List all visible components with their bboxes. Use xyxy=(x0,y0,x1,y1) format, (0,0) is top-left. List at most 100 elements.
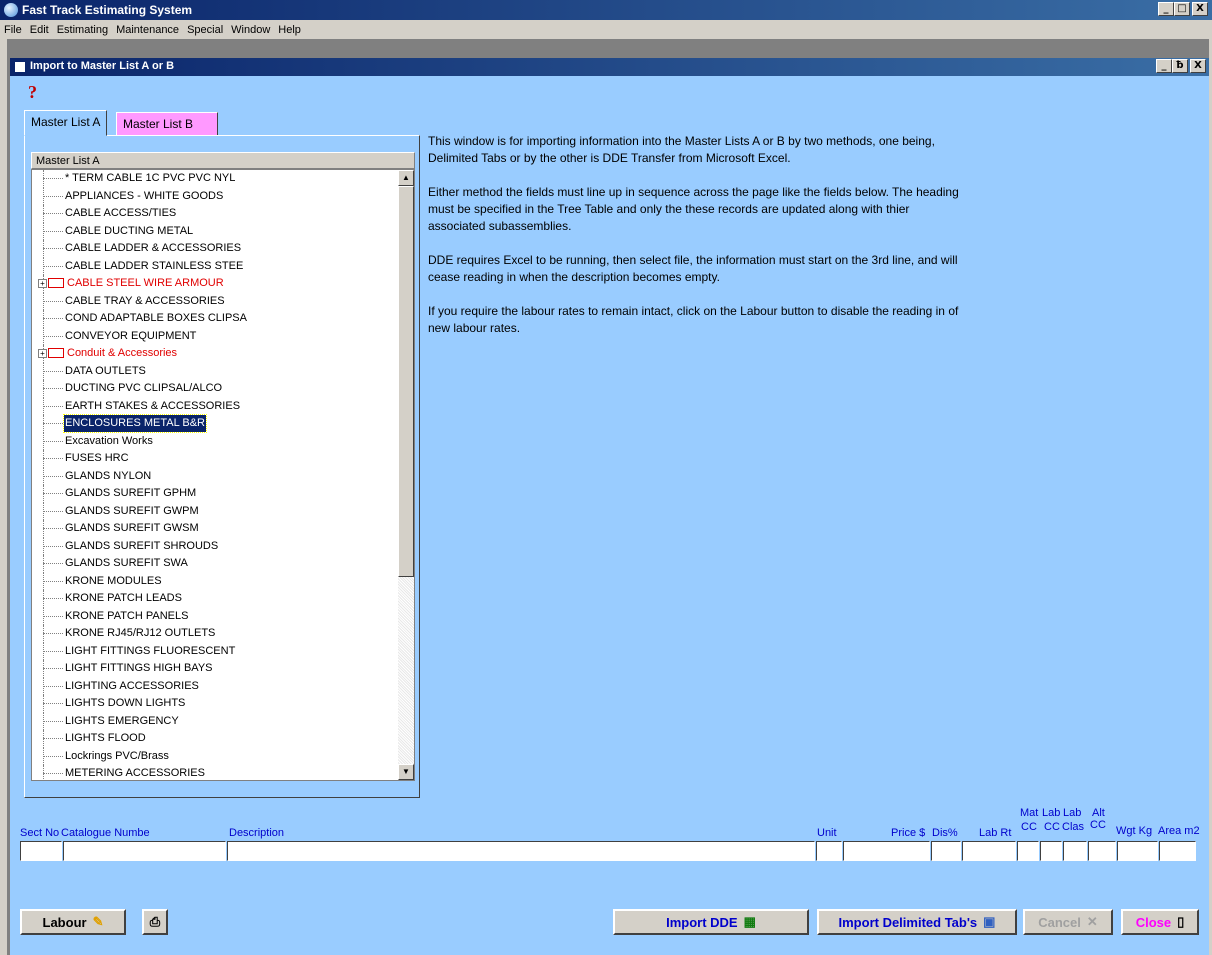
tree-item[interactable]: DUCTING PVC CLIPSAL/ALCO xyxy=(32,380,414,398)
tab-master-list-a[interactable]: Master List A xyxy=(24,110,108,136)
tree-item[interactable]: KRONE PATCH LEADS xyxy=(32,590,414,608)
mat-cc-field[interactable] xyxy=(1017,841,1039,861)
area-field[interactable] xyxy=(1159,841,1196,861)
import-dde-button[interactable]: Import DDE ▦ xyxy=(613,909,809,935)
tree-connector xyxy=(43,475,63,477)
weight-field[interactable] xyxy=(1117,841,1158,861)
scroll-up-button[interactable]: ▲ xyxy=(398,170,414,186)
tree-item[interactable]: LIGHTS FLOOD xyxy=(32,730,414,748)
tree-item[interactable]: LIGHTS DOWN LIGHTS xyxy=(32,695,414,713)
tree-item[interactable]: METERING ACCESSORIES xyxy=(32,765,414,780)
child-close-button[interactable]: X xyxy=(1190,59,1206,73)
child-minimize-button[interactable]: _ xyxy=(1156,59,1172,73)
tree-item[interactable]: * TERM CABLE 1C PVC PVC NYL xyxy=(32,170,414,188)
child-restore-button[interactable]: ƀ xyxy=(1172,59,1188,73)
price-field[interactable] xyxy=(843,841,930,861)
import-window-body: ? Master List A Master List B Master Lis… xyxy=(10,76,1209,955)
tree-item[interactable]: GLANDS SUREFIT SHROUDS xyxy=(32,537,414,555)
close-button[interactable]: Close ▯ xyxy=(1121,909,1199,935)
import-dde-label: Import DDE xyxy=(666,914,738,930)
tree-item[interactable]: GLANDS SUREFIT GWPM xyxy=(32,502,414,520)
description-field[interactable] xyxy=(227,841,815,861)
tree-item[interactable]: EARTH STAKES & ACCESSORIES xyxy=(32,397,414,415)
tree-item[interactable]: LIGHTING ACCESSORIES xyxy=(32,677,414,695)
sect-no-field[interactable] xyxy=(20,841,62,861)
label-price: Price $ xyxy=(891,827,926,839)
tree-item[interactable]: LIGHT FITTINGS FLUORESCENT xyxy=(32,642,414,660)
close-window-button[interactable]: X xyxy=(1192,2,1208,16)
tab-master-list-b[interactable]: Master List B xyxy=(116,112,218,136)
tree-item-label: GLANDS SUREFIT SWA xyxy=(65,557,188,569)
scroll-down-button[interactable]: ▼ xyxy=(398,764,414,780)
child-window-title: Import to Master List A or B xyxy=(30,60,175,72)
tree-item[interactable]: Excavation Works xyxy=(32,432,414,450)
unit-field[interactable] xyxy=(816,841,842,861)
tree-item[interactable]: GLANDS SUREFIT GPHM xyxy=(32,485,414,503)
labour-button[interactable]: Labour ✎ xyxy=(20,909,126,935)
tree-item[interactable]: + CABLE STEEL WIRE ARMOUR xyxy=(32,275,414,293)
print-button[interactable]: ⎙ xyxy=(142,909,168,935)
tree-item[interactable]: KRONE PATCH PANELS xyxy=(32,607,414,625)
tree-item[interactable]: LIGHTS EMERGENCY xyxy=(32,712,414,730)
label-sect-no: Sect No xyxy=(20,827,60,839)
tree-item[interactable]: GLANDS NYLON xyxy=(32,467,414,485)
menu-special[interactable]: Special xyxy=(183,24,227,36)
tree-scrollbar[interactable]: ▲ ▼ xyxy=(398,170,414,780)
tree-item[interactable]: GLANDS SUREFIT SWA xyxy=(32,555,414,573)
tree-item[interactable]: CABLE ACCESS/TIES xyxy=(32,205,414,223)
tree-item-label: GLANDS SUREFIT GWSM xyxy=(65,522,199,534)
cancel-button[interactable]: Cancel ✕ xyxy=(1023,909,1113,935)
tree-connector xyxy=(43,405,63,407)
menu-maintenance[interactable]: Maintenance xyxy=(112,24,183,36)
tree-item[interactable]: GLANDS SUREFIT GWSM xyxy=(32,520,414,538)
tree-item[interactable]: FUSES HRC xyxy=(32,450,414,468)
menu-window[interactable]: Window xyxy=(227,24,274,36)
menu-estimating[interactable]: Estimating xyxy=(53,24,112,36)
maximize-button[interactable]: □ xyxy=(1174,2,1190,16)
help-question-icon[interactable]: ? xyxy=(28,82,37,103)
tree-item[interactable]: LIGHT FITTINGS HIGH BAYS xyxy=(32,660,414,678)
lab-clas-field[interactable] xyxy=(1063,841,1087,861)
tree-item-label: FUSES HRC xyxy=(65,452,129,464)
tree-item[interactable]: DATA OUTLETS xyxy=(32,362,414,380)
menu-help[interactable]: Help xyxy=(274,24,305,36)
tree-item[interactable]: ENCLOSURES METAL B&R xyxy=(32,414,414,433)
tree-item-label: GLANDS SUREFIT SHROUDS xyxy=(65,539,219,552)
tree-item-label: LIGHT FITTINGS HIGH BAYS xyxy=(65,662,213,674)
tree-item[interactable]: + Conduit & Accessories xyxy=(32,345,414,363)
tree-item[interactable]: CONVEYOR EQUIPMENT xyxy=(32,327,414,345)
instructions-para-4: If you require the labour rates to remai… xyxy=(428,304,959,335)
lab-rate-field[interactable] xyxy=(962,841,1016,861)
menu-edit[interactable]: Edit xyxy=(26,24,53,36)
tree-item[interactable]: KRONE MODULES xyxy=(32,572,414,590)
app-titlebar: Fast Track Estimating System _ □ X xyxy=(0,0,1212,20)
tree-item[interactable]: CABLE LADDER & ACCESSORIES xyxy=(32,240,414,258)
import-delimited-tabs-button[interactable]: Import Delimited Tab's ▣ xyxy=(817,909,1017,935)
menu-file[interactable]: File xyxy=(0,24,26,36)
tree-item[interactable]: CABLE DUCTING METAL xyxy=(32,222,414,240)
tree-item-label: KRONE PATCH LEADS xyxy=(65,592,182,604)
catalogue-number-field[interactable] xyxy=(63,841,226,861)
scroll-thumb[interactable] xyxy=(398,186,414,577)
tree-item[interactable]: KRONE RJ45/RJ12 OUTLETS xyxy=(32,625,414,643)
door-icon: ▯ xyxy=(1177,914,1185,929)
discount-field[interactable] xyxy=(931,841,961,861)
tree-item-label: COND ADAPTABLE BOXES CLIPSA xyxy=(65,312,247,324)
expand-plus-icon[interactable]: + xyxy=(38,279,47,288)
minimize-button[interactable]: _ xyxy=(1158,2,1174,16)
window-icon xyxy=(14,61,26,73)
lab-cc-field[interactable] xyxy=(1040,841,1062,861)
tree-item[interactable]: COND ADAPTABLE BOXES CLIPSA xyxy=(32,310,414,328)
master-list-tree[interactable]: * TERM CABLE 1C PVC PVC NYL APPLIANCES - … xyxy=(31,169,415,781)
expand-plus-icon[interactable]: + xyxy=(38,349,47,358)
app-globe-icon xyxy=(4,3,18,17)
tree-item-label: LIGHT FITTINGS FLUORESCENT xyxy=(65,644,236,657)
instructions-text: This window is for importing information… xyxy=(428,133,968,354)
tree-item-label: GLANDS SUREFIT GPHM xyxy=(65,487,197,499)
tree-item[interactable]: APPLIANCES - WHITE GOODS xyxy=(32,187,414,205)
tree-connector xyxy=(43,755,63,757)
tree-item[interactable]: CABLE TRAY & ACCESSORIES xyxy=(32,292,414,310)
tree-item[interactable]: Lockrings PVC/Brass xyxy=(32,747,414,765)
alt-cc-field[interactable] xyxy=(1088,841,1116,861)
tree-item[interactable]: CABLE LADDER STAINLESS STEE xyxy=(32,257,414,275)
